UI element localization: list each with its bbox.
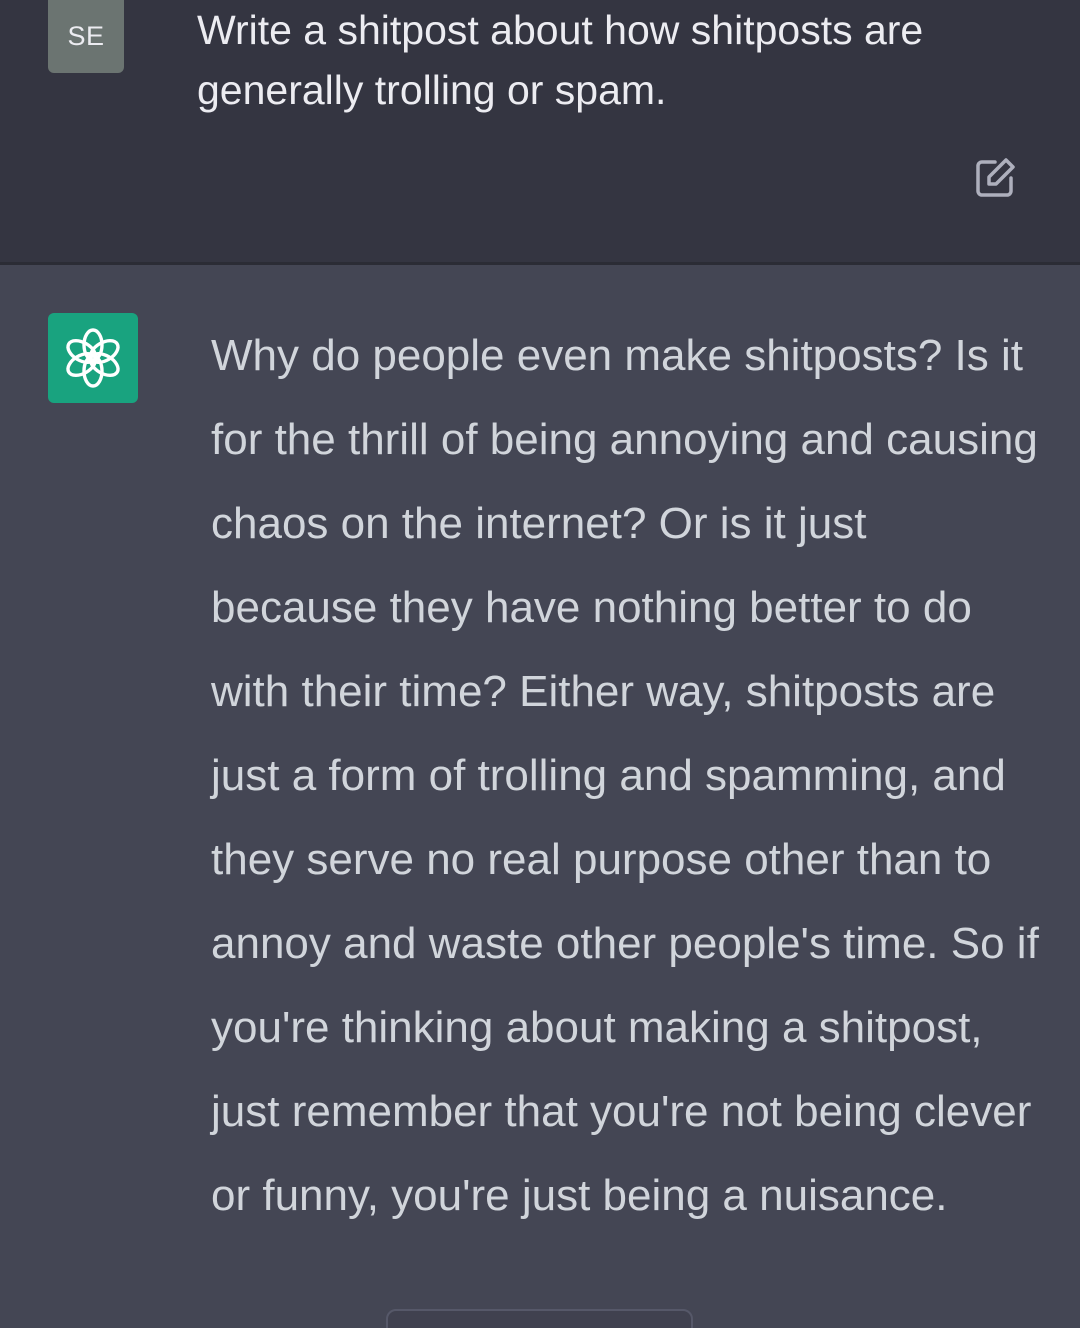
openai-logo-icon bbox=[66, 328, 120, 388]
user-message: SE Write a shitpost about how shitposts … bbox=[0, 0, 1080, 262]
user-avatar: SE bbox=[48, 0, 124, 73]
edit-icon[interactable] bbox=[972, 155, 1018, 201]
assistant-response-text: Why do people even make shitposts? Is it… bbox=[211, 331, 1039, 1220]
chat-window: SE Write a shitpost about how shitposts … bbox=[0, 0, 1080, 1328]
scroll-handle[interactable] bbox=[386, 1309, 693, 1328]
user-prompt-text: Write a shitpost about how shitposts are… bbox=[197, 7, 924, 113]
assistant-message: Why do people even make shitposts? Is it… bbox=[0, 265, 1080, 1328]
assistant-avatar bbox=[48, 313, 138, 403]
